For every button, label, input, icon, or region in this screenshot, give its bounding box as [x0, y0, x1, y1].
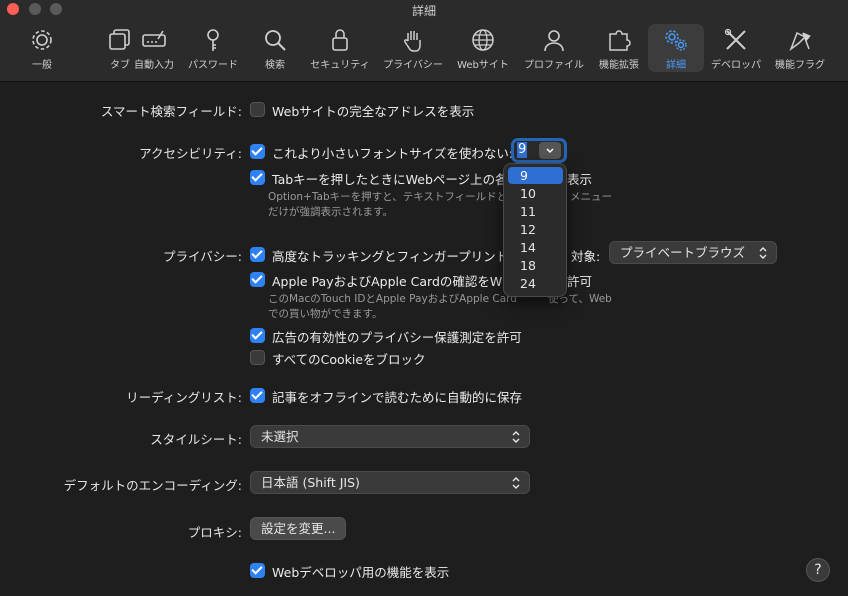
- encoding-select[interactable]: 日本語 (Shift JIS): [250, 471, 530, 494]
- apple-pay-label-tail: 許可: [567, 274, 593, 289]
- tab-feature-flags[interactable]: 機能フラグ: [768, 24, 832, 72]
- tracking-protection-checkbox[interactable]: [250, 247, 265, 262]
- font-size-option[interactable]: 14: [508, 239, 563, 256]
- tools-icon: [724, 28, 746, 50]
- reading-list-offline-label: 記事をオフラインで読むために自動的に保存: [272, 390, 523, 405]
- block-cookies-checkbox[interactable]: [250, 350, 265, 365]
- key-icon: [207, 29, 219, 51]
- proxy-label: プロキシ:: [187, 525, 242, 540]
- tab-security[interactable]: セキュリティ: [302, 24, 378, 72]
- font-size-option[interactable]: 18: [508, 257, 563, 274]
- chevron-down-icon: [539, 142, 561, 159]
- full-address-label: Webサイトの完全なアドレスを表示: [272, 104, 475, 119]
- tab-extensions[interactable]: 機能拡張: [590, 24, 648, 72]
- font-size-option[interactable]: 9: [508, 167, 563, 184]
- updown-arrows-icon: [512, 477, 520, 489]
- hand-icon: [404, 31, 421, 52]
- apple-pay-note-2: での買い物ができます。: [268, 308, 383, 320]
- accessibility-label: アクセシビリティ:: [139, 146, 242, 161]
- developer-features-label: Webデベロッパ用の機能を表示: [272, 565, 450, 580]
- font-size-option[interactable]: 24: [508, 275, 563, 292]
- globe-icon: [472, 29, 494, 51]
- min-font-checkbox[interactable]: [250, 144, 265, 159]
- tab-advanced[interactable]: 詳細: [648, 24, 704, 72]
- tab-general[interactable]: 一般: [20, 24, 64, 72]
- privacy-label: プライバシー:: [163, 249, 242, 264]
- title-bar: 詳細 一般 タブ 自動入力 パスワード 検索 セキュリティ プライバシー Web…: [0, 0, 848, 82]
- tab-profiles[interactable]: プロファイル: [518, 24, 590, 72]
- preferences-toolbar: 一般 タブ 自動入力: [20, 24, 176, 76]
- stylesheet-label: スタイルシート:: [150, 432, 242, 447]
- font-size-option[interactable]: 11: [508, 203, 563, 220]
- min-font-size-value: 9: [517, 142, 528, 158]
- puzzle-icon: [609, 30, 631, 51]
- lock-icon: [332, 29, 348, 51]
- tab-highlight-label: Tabキーを押したときにWebページ上の各: [272, 172, 508, 187]
- ad-measurement-label: 広告の有効性のプライバシー保護測定を許可: [272, 330, 522, 345]
- font-size-option[interactable]: 10: [508, 185, 563, 202]
- gears-icon: [665, 30, 687, 51]
- block-cookies-label: すべてのCookieをブロック: [272, 352, 426, 367]
- tabs-icon: [109, 29, 130, 50]
- tab-highlight-label-tail: 表示: [567, 172, 593, 187]
- tab-developer[interactable]: デベロッパ: [704, 24, 768, 72]
- tracking-protection-label: 高度なトラッキングとフィンガープリント: [272, 249, 509, 264]
- reading-list-offline-checkbox[interactable]: [250, 388, 265, 403]
- font-size-dropdown-menu: 9 10 11 12 14 18 24: [503, 163, 567, 297]
- apple-pay-note-1: このMacのTouch IDとApple PayおよびApple Card: [268, 293, 517, 305]
- privacy-target-value: プライベートブラウズ: [620, 245, 746, 260]
- search-icon: [265, 30, 286, 51]
- stylesheet-select[interactable]: 未選択: [250, 425, 530, 448]
- tab-privacy[interactable]: プライバシー: [378, 24, 448, 72]
- updown-arrows-icon: [759, 247, 767, 259]
- flags-icon: [789, 31, 811, 52]
- window-title: 詳細: [411, 4, 436, 18]
- encoding-value: 日本語 (Shift JIS): [261, 475, 360, 490]
- tab-highlight-note-2: だけが強調表示されます。: [268, 206, 393, 218]
- autofill-icon: [142, 30, 166, 47]
- privacy-target-select[interactable]: プライベートブラウズ: [609, 241, 777, 264]
- apple-pay-checkbox[interactable]: [250, 272, 265, 287]
- smart-search-label: スマート検索フィールド:: [100, 104, 242, 119]
- tab-autofill[interactable]: 自動入力: [134, 24, 174, 72]
- person-icon: [544, 30, 564, 52]
- tab-highlight-note-1-tail: メニュー: [570, 191, 612, 203]
- stylesheet-value: 未選択: [261, 429, 299, 444]
- ad-measurement-checkbox[interactable]: [250, 328, 265, 343]
- tab-highlight-checkbox[interactable]: [250, 170, 265, 185]
- tab-passwords[interactable]: パスワード: [178, 24, 248, 72]
- encoding-label: デフォルトのエンコーディング:: [63, 478, 242, 493]
- preferences-toolbar-right: パスワード 検索 セキュリティ プライバシー Webサイト プロファイル 機能拡…: [178, 24, 832, 76]
- font-size-option[interactable]: 12: [508, 221, 563, 238]
- target-label: 対象:: [571, 249, 601, 264]
- tab-search[interactable]: 検索: [248, 24, 302, 72]
- apple-pay-label: Apple PayおよびApple Cardの確認をW: [272, 274, 503, 289]
- min-font-label: これより小さいフォントサイズを使わない:: [272, 146, 514, 161]
- updown-arrows-icon: [512, 431, 520, 443]
- tab-highlight-note-1: Option+Tabキーを押すと、テキストフィールドと: [268, 191, 508, 203]
- change-proxy-settings-button[interactable]: 設定を変更...: [250, 517, 347, 540]
- gear-icon: [32, 30, 52, 50]
- help-button[interactable]: ?: [806, 558, 830, 582]
- tab-websites[interactable]: Webサイト: [448, 24, 518, 72]
- developer-features-checkbox[interactable]: [250, 563, 265, 578]
- min-font-size-select[interactable]: 9: [511, 138, 567, 163]
- full-address-checkbox[interactable]: [250, 102, 265, 117]
- reading-list-label: リーディングリスト:: [126, 390, 242, 405]
